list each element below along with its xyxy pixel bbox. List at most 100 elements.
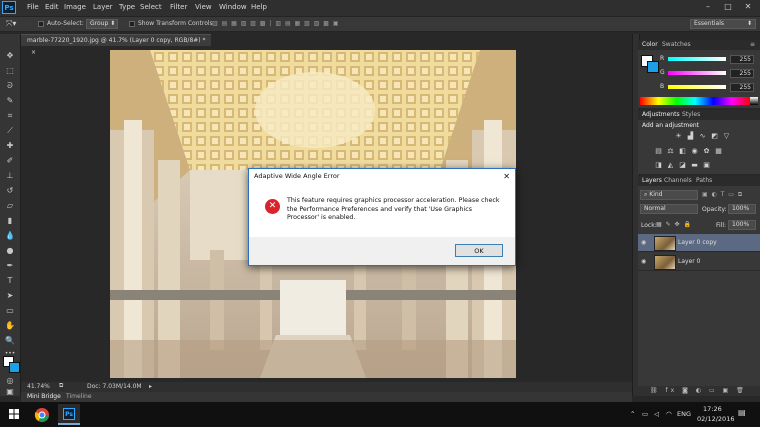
clock-date[interactable]: 02/12/2016 [697,415,734,423]
windows-start-icon[interactable] [9,409,19,419]
stamp-icon[interactable]: ⊥ [4,170,16,182]
channel-g-value[interactable]: 255 [730,69,754,78]
tab-adjustments[interactable]: Adjustments [642,111,680,118]
blend-mode-select[interactable]: Normal [640,204,698,214]
language-indicator[interactable]: ENG [677,410,691,418]
brush-icon[interactable]: ✐ [4,155,16,167]
marquee-icon[interactable]: ⬚ [4,65,16,77]
menu-file[interactable]: File [27,3,39,11]
path-select-icon[interactable]: ➤ [4,290,16,302]
dodge-icon[interactable]: ● [4,245,16,257]
color-lookup-icon[interactable]: ▦ [714,147,723,155]
color-background-swatch[interactable] [647,61,659,73]
healing-icon[interactable]: ✚ [4,140,16,152]
workspace-select[interactable]: Essentials ⬍ [690,19,756,29]
auto-select-target-select[interactable]: Group ⬍ [86,19,118,29]
invert-icon[interactable]: ◨ [654,161,663,169]
ok-button[interactable]: OK [455,244,503,257]
layer-name[interactable]: Layer 0 [678,258,700,265]
auto-select-checkbox[interactable] [38,21,44,27]
menu-view[interactable]: View [195,3,212,11]
screen-mode-icon[interactable]: ▣ [4,386,16,398]
channel-mixer-icon[interactable]: ✿ [702,147,711,155]
layer-name[interactable]: Layer 0 copy [678,239,717,246]
show-transform-checkbox[interactable] [129,21,135,27]
filter-icons[interactable]: ▣ ◐ T ▭ ⧉ [702,191,743,199]
move-icon[interactable]: ✥ [4,50,16,62]
tab-swatches[interactable]: Swatches [662,41,691,48]
chrome-icon[interactable] [33,404,51,425]
align-icons[interactable]: ▥ ▤ ▦ ▧ ▨ ▩ | ▥ ▤ ▦ ▧ ▨ ▩ ▣ [212,20,340,27]
panel-menu-icon[interactable]: ≡ [750,41,755,48]
menu-type[interactable]: Type [119,3,135,11]
close-icon[interactable]: ✕ [740,1,756,13]
network-icon[interactable]: ▭ [642,410,648,418]
channel-b-value[interactable]: 255 [730,83,754,92]
tab-paths[interactable]: Paths [696,177,712,184]
photo-filter-icon[interactable]: ◉ [690,147,699,155]
channel-b-slider[interactable] [668,85,726,89]
blur-icon[interactable]: 💧 [4,230,16,242]
action-center-icon[interactable]: ▤ [738,408,746,417]
crop-icon[interactable]: ⌗ [4,110,16,122]
menu-image[interactable]: Image [64,3,86,11]
quick-select-icon[interactable]: ✎ [4,95,16,107]
menu-edit[interactable]: Edit [45,3,59,11]
menu-layer[interactable]: Layer [93,3,113,11]
gradient-icon[interactable]: ▮ [4,215,16,227]
tab-layers[interactable]: Layers [642,177,662,184]
eye-icon[interactable]: ◉ [641,258,646,265]
gradient-map-icon[interactable]: ▬ [690,161,699,169]
minimize-icon[interactable]: – [700,1,716,13]
hue-saturation-icon[interactable]: ▤ [654,147,663,155]
pen-icon[interactable]: ✒ [4,260,16,272]
lock-icons[interactable]: ▦ ✎ ✥ 🔒 [656,221,692,228]
exposure-icon[interactable]: ◩ [710,132,719,140]
volume-icon[interactable]: ◁ [654,410,659,418]
status-export-icon[interactable]: ⧉ [59,382,63,390]
lasso-icon[interactable]: ᘐ [4,80,16,92]
posterize-icon[interactable]: ◭ [666,161,675,169]
menu-filter[interactable]: Filter [170,3,187,11]
document-tab-close-icon[interactable]: × [31,49,36,56]
brightness-icon[interactable]: ☀ [674,132,683,140]
vibrance-icon[interactable]: ▽ [722,132,731,140]
layer-row-selected[interactable]: ◉ Layer 0 copy [638,234,760,252]
layer-filter-select[interactable]: ⌕ Kind [640,190,698,200]
tab-channels[interactable]: Channels [664,177,692,184]
tab-color[interactable]: Color [642,41,658,48]
tab-timeline[interactable]: Timeline [66,393,92,400]
menu-window[interactable]: Window [219,3,247,11]
eraser-icon[interactable]: ▱ [4,200,16,212]
color-balance-icon[interactable]: ⚖ [666,147,675,155]
curves-icon[interactable]: ∿ [698,132,707,140]
menu-help[interactable]: Help [251,3,267,11]
layer-action-icons[interactable]: ⛓ fx ◙ ◐ ▭ ▣ 🗑 [650,387,747,394]
wifi-icon[interactable]: ◠ [666,410,672,418]
type-icon[interactable]: T [4,275,16,287]
dialog-title-bar[interactable]: Adaptive Wide Angle Error ✕ [249,169,515,183]
layer-row[interactable]: ◉ Layer 0 [638,253,760,271]
hand-icon[interactable]: ✋ [4,320,16,332]
color-spectrum-ramp[interactable] [640,97,750,105]
black-white-icon[interactable]: ◧ [678,147,687,155]
move-tool-icon[interactable]: ⤧▾ [6,19,16,29]
threshold-icon[interactable]: ◪ [678,161,687,169]
eye-icon[interactable]: ◉ [641,239,646,246]
menu-select[interactable]: Select [140,3,162,11]
channel-r-value[interactable]: 255 [730,55,754,64]
zoom-level[interactable]: 41.74% [27,383,50,390]
document-tab[interactable]: marble-77220_1920.jpg @ 41.7% (Layer 0 c… [21,34,211,56]
clock-time[interactable]: 17:26 [703,405,722,413]
selective-color-icon[interactable]: ▣ [702,161,711,169]
channel-g-slider[interactable] [668,71,726,75]
photoshop-taskbar-icon[interactable]: Ps [58,404,80,425]
shape-icon[interactable]: ▭ [4,305,16,317]
tray-chevron-icon[interactable]: ⌃ [630,410,635,418]
history-brush-icon[interactable]: ↺ [4,185,16,197]
zoom-icon[interactable]: 🔍 [4,335,16,347]
opacity-input[interactable]: 100% [728,204,756,214]
background-color-swatch[interactable] [9,362,20,373]
tab-styles[interactable]: Styles [682,111,700,118]
tab-mini-bridge[interactable]: Mini Bridge [27,393,61,400]
